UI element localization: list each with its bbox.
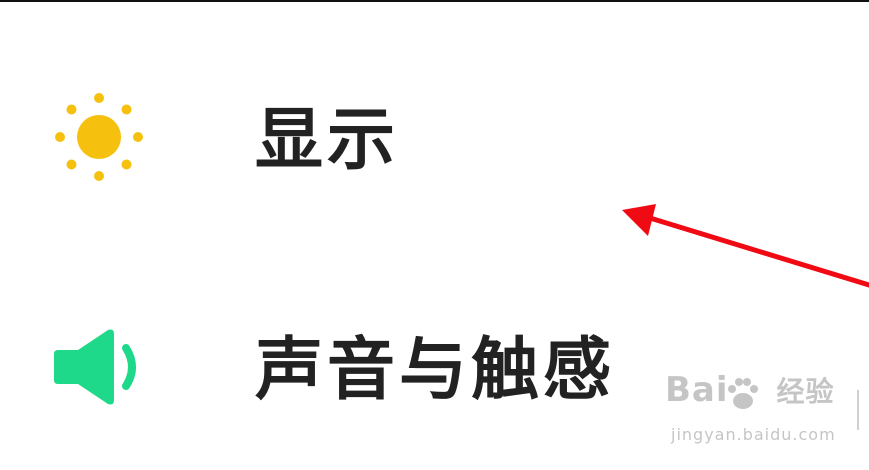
settings-item-display[interactable]: 显示 (0, 75, 869, 205)
watermark-edge-mark (857, 390, 865, 430)
settings-screen: 显示 声音与触感 Bai 经验 jingyan.baidu.com (0, 0, 869, 470)
watermark-url: jingyan.baidu.com (671, 425, 836, 444)
baidu-jingyan-watermark: Bai 经验 jingyan.baidu.com (665, 370, 865, 460)
top-divider (0, 0, 869, 2)
sun-icon (52, 90, 146, 184)
paw-icon (728, 378, 758, 409)
speaker-icon (52, 320, 146, 414)
settings-item-label: 显示 (255, 101, 400, 180)
settings-item-label: 声音与触感 (255, 331, 616, 410)
